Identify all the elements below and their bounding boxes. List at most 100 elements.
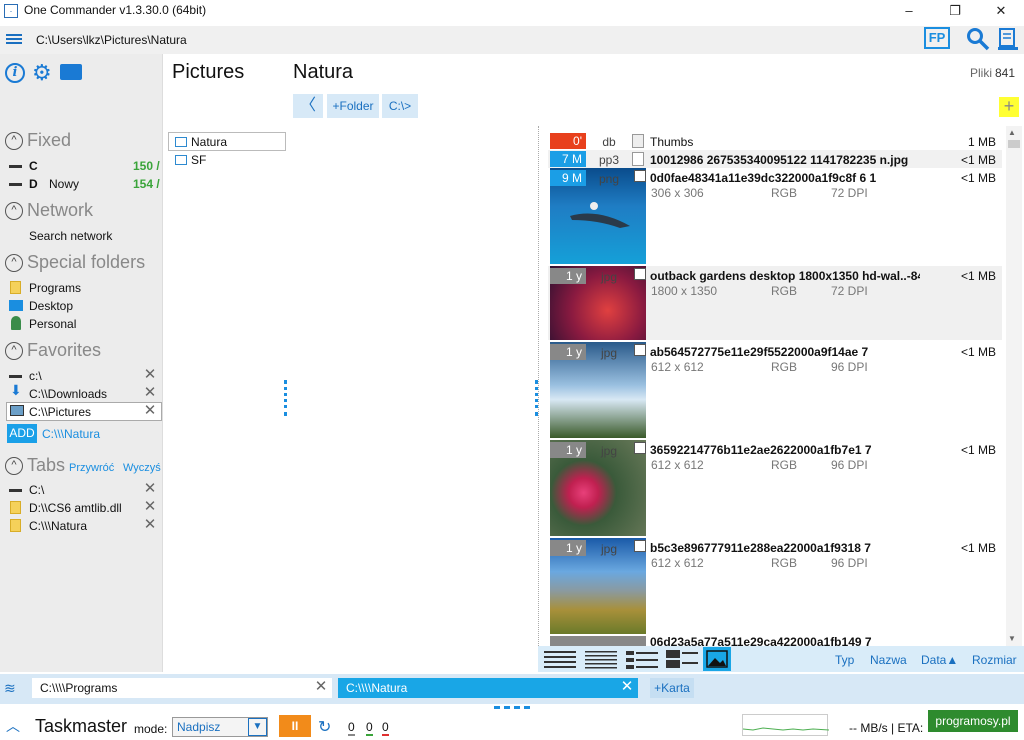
close-tab-icon[interactable]: ✕ bbox=[620, 679, 634, 694]
drive-d[interactable]: D bbox=[29, 177, 38, 191]
image-dpi: 96 DPI bbox=[831, 360, 868, 374]
file-ext: jpg bbox=[600, 444, 617, 458]
sort-by-type[interactable]: Typ bbox=[835, 653, 854, 667]
view-list-icon[interactable] bbox=[583, 648, 619, 670]
minimize-button[interactable]: – bbox=[886, 0, 932, 22]
edit-icon[interactable] bbox=[634, 268, 646, 280]
file-name[interactable]: 10012986 267535340095122 1141782235 n.jp… bbox=[650, 153, 920, 167]
desktop-icon bbox=[9, 300, 23, 311]
favorite-item[interactable]: C:\\Pictures bbox=[29, 405, 91, 419]
new-folder-button[interactable]: +Folder bbox=[327, 94, 379, 118]
special-item-desktop[interactable]: Desktop bbox=[29, 299, 73, 313]
collapse-special-icon[interactable]: ^ bbox=[5, 254, 23, 272]
remove-tab-icon[interactable]: ✕ bbox=[143, 517, 157, 532]
remove-favorite-icon[interactable]: ✕ bbox=[143, 367, 157, 382]
add-icon[interactable]: + bbox=[999, 97, 1019, 117]
edit-icon[interactable] bbox=[634, 344, 646, 356]
saved-tab-item[interactable]: C:\ bbox=[29, 483, 44, 497]
tree-item-sf[interactable]: SF bbox=[191, 153, 206, 167]
folder-icon bbox=[10, 281, 21, 294]
scroll-up-icon[interactable]: ▲ bbox=[1008, 128, 1016, 137]
view-details-icon[interactable] bbox=[542, 648, 578, 670]
favorite-item[interactable]: c:\ bbox=[29, 369, 42, 383]
tab-natura[interactable]: C:\\\\Natura bbox=[338, 678, 638, 698]
view-compact-icon[interactable] bbox=[624, 648, 660, 670]
remove-tab-icon[interactable]: ✕ bbox=[143, 481, 157, 496]
favorites-heading: Favorites bbox=[27, 340, 102, 360]
file-name[interactable]: 06d23a5a77a511e29ca422000a1fb149 7 bbox=[650, 636, 872, 646]
tab-programs[interactable]: C:\\\\Programs bbox=[32, 678, 332, 698]
fp-button[interactable]: FP bbox=[924, 27, 950, 49]
scroll-down-icon[interactable]: ▼ bbox=[1008, 634, 1016, 643]
collapse-favorites-icon[interactable]: ^ bbox=[5, 342, 23, 360]
tabs-toggle-icon[interactable]: ≋ bbox=[4, 680, 24, 696]
panel-resize-handle[interactable] bbox=[494, 706, 530, 709]
file-name[interactable]: 0d0fae48341a11e39dc322000a1f9c8f 6 1 bbox=[650, 171, 920, 185]
scrollbar-thumb[interactable] bbox=[1008, 140, 1020, 148]
collapse-fixed-icon[interactable]: ^ bbox=[5, 132, 23, 150]
sort-by-name[interactable]: Nazwa bbox=[870, 653, 907, 667]
drive-d-free: 154 / bbox=[133, 177, 160, 191]
folder-icon bbox=[10, 519, 21, 532]
file-ext: jpg bbox=[600, 346, 617, 360]
vertical-scrollbar[interactable] bbox=[1006, 126, 1022, 646]
info-icon[interactable]: i bbox=[5, 63, 25, 83]
drive-d-name[interactable]: Nowy bbox=[49, 177, 79, 191]
chat-icon[interactable] bbox=[60, 64, 82, 80]
remove-tab-icon[interactable]: ✕ bbox=[143, 499, 157, 514]
image-dpi: 96 DPI bbox=[831, 458, 868, 472]
remove-favorite-icon[interactable]: ✕ bbox=[143, 385, 157, 400]
file-name[interactable]: outback gardens desktop 1800x1350 hd-wal… bbox=[650, 269, 920, 283]
search-icon[interactable] bbox=[966, 27, 990, 51]
task-count-done: 0 bbox=[366, 720, 373, 736]
file-name[interactable]: Thumbs bbox=[650, 135, 920, 149]
tree-item-natura[interactable]: Natura bbox=[191, 135, 227, 149]
saved-tab-item[interactable]: D:\\CS6 amtlib.dll bbox=[29, 501, 122, 515]
special-item-personal[interactable]: Personal bbox=[29, 317, 76, 331]
close-tab-icon[interactable]: ✕ bbox=[314, 679, 328, 694]
back-button[interactable]: 〈 bbox=[293, 94, 323, 118]
file-size: <1 MB bbox=[960, 443, 996, 457]
edit-icon[interactable] bbox=[634, 442, 646, 454]
edit-icon[interactable] bbox=[634, 170, 646, 182]
restore-tabs-link[interactable]: Przywróć bbox=[69, 462, 114, 474]
menu-icon[interactable] bbox=[6, 32, 22, 46]
close-button[interactable]: ✕ bbox=[978, 0, 1024, 22]
add-favorite-button[interactable]: ADD bbox=[7, 424, 37, 443]
collapse-network-icon[interactable]: ^ bbox=[5, 202, 23, 220]
file-name[interactable]: ab564572775e11e29f5522000a9f14ae 7 bbox=[650, 345, 920, 359]
saved-tab-item[interactable]: C:\\\Natura bbox=[29, 519, 87, 533]
collapse-tabs-icon[interactable]: ^ bbox=[5, 457, 23, 475]
table-row: 06d23a5a77a511e29ca422000a1fb149 7 bbox=[548, 636, 1002, 646]
root-path-button[interactable]: C:\> bbox=[382, 94, 418, 118]
view-medium-icon[interactable] bbox=[664, 648, 700, 670]
edit-icon[interactable] bbox=[634, 540, 646, 552]
file-name[interactable]: 36592214776b11e2ae2622000a1fb7e1 7 bbox=[650, 443, 920, 457]
file-ext: png bbox=[598, 172, 620, 186]
pause-button[interactable]: II bbox=[279, 715, 311, 737]
refresh-icon[interactable]: ↻ bbox=[318, 717, 331, 737]
current-path[interactable]: C:\Users\lkz\Pictures\Natura bbox=[36, 33, 187, 47]
add-tab-button[interactable]: +Karta bbox=[650, 678, 694, 698]
view-thumbnails-button[interactable] bbox=[703, 647, 731, 671]
special-item-programs[interactable]: Programs bbox=[29, 281, 81, 295]
document-icon[interactable] bbox=[997, 27, 1019, 51]
chevron-down-icon[interactable]: ▼ bbox=[248, 718, 267, 736]
remove-favorite-icon[interactable]: ✕ bbox=[143, 403, 157, 418]
file-name[interactable]: b5c3e896777911e288ea22000a1f9318 7 bbox=[650, 541, 920, 555]
sort-by-size[interactable]: Rozmiar bbox=[972, 653, 1017, 667]
gear-icon[interactable]: ⚙ bbox=[32, 62, 54, 84]
image-icon bbox=[706, 650, 728, 668]
add-favorite-path[interactable]: C:\\\Natura bbox=[42, 427, 100, 441]
column-resize-handle[interactable] bbox=[284, 380, 287, 416]
sort-by-date[interactable]: Data▲ bbox=[921, 653, 958, 667]
clear-tabs-link[interactable]: Wyczyść bbox=[123, 462, 161, 474]
drive-c[interactable]: C bbox=[29, 159, 38, 173]
expand-taskmaster-icon[interactable]: ︿ bbox=[6, 716, 20, 736]
taskmaster-title: Taskmaster bbox=[35, 716, 128, 736]
favorite-item[interactable]: C:\\Downloads bbox=[29, 387, 107, 401]
folder-icon bbox=[175, 137, 187, 147]
search-network-link[interactable]: Search network bbox=[29, 229, 112, 243]
image-dpi: 72 DPI bbox=[831, 284, 868, 298]
maximize-button[interactable]: ❐ bbox=[932, 0, 978, 22]
